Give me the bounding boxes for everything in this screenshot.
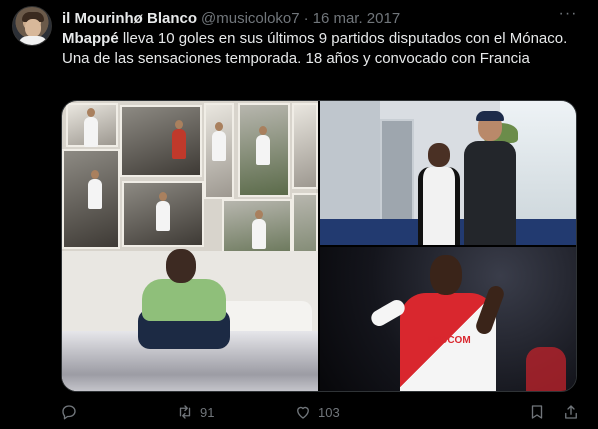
- tweet-media[interactable]: FEDCOM: [61, 100, 577, 392]
- like-button[interactable]: 103: [294, 402, 340, 422]
- author-avatar[interactable]: [12, 6, 52, 46]
- tweet-text: Mbappé lleva 10 goles en sus últimos 9 p…: [62, 29, 582, 69]
- tweet-text-bold[interactable]: Mbappé: [62, 30, 119, 47]
- tweet-actions: 91 103: [0, 398, 598, 426]
- tweet-text-body: lleva 10 goles en sus últimos 9 partidos…: [62, 30, 568, 67]
- media-photo-bedroom[interactable]: [62, 101, 318, 391]
- media-photo-meeting[interactable]: [320, 101, 576, 245]
- author-name[interactable]: il Mourinhø Blanco: [62, 10, 197, 27]
- tweet-header: il Mourinhø Blanco @musicoloko7 · 16 mar…: [62, 8, 400, 28]
- share-icon: [565, 405, 577, 419]
- share-button[interactable]: [562, 402, 580, 422]
- more-options-icon[interactable]: ···: [558, 6, 578, 28]
- retweet-button[interactable]: 91: [176, 402, 214, 422]
- reply-button[interactable]: [60, 402, 84, 422]
- header-separator: ·: [303, 9, 309, 27]
- jersey-sponsor: FEDCOM: [427, 335, 471, 346]
- reply-icon: [62, 405, 76, 420]
- tweet[interactable]: il Mourinhø Blanco @musicoloko7 · 16 mar…: [0, 0, 598, 429]
- retweet-icon: [179, 405, 191, 419]
- bookmark-icon: [531, 405, 543, 419]
- like-icon: [297, 406, 309, 419]
- bookmark-button[interactable]: [528, 402, 546, 422]
- retweet-count: 91: [200, 404, 215, 420]
- like-count: 103: [318, 404, 340, 420]
- media-photo-celebration[interactable]: FEDCOM: [320, 247, 576, 391]
- author-handle[interactable]: @musicoloko7: [201, 10, 300, 27]
- tweet-date[interactable]: 16 mar. 2017: [313, 10, 401, 27]
